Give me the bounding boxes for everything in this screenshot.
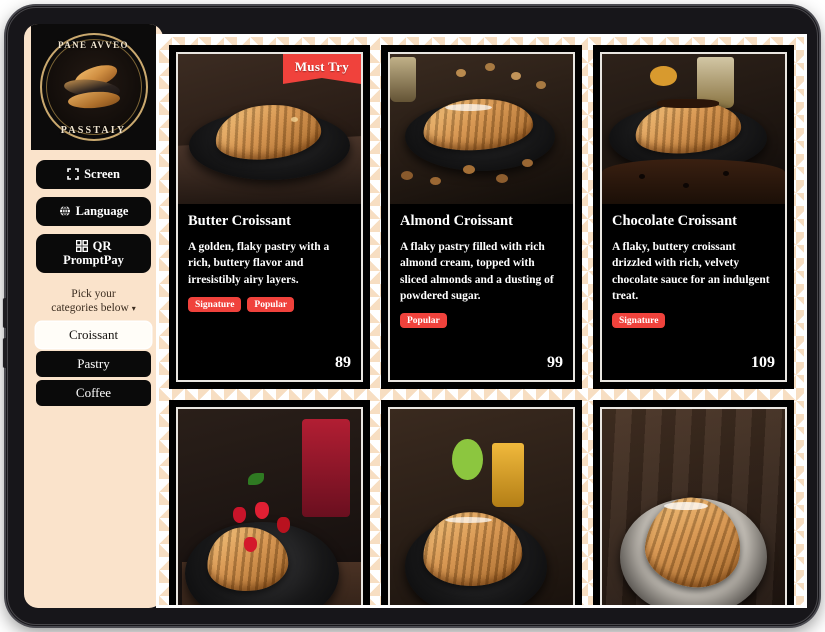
chocolate-croissant-photo <box>602 54 785 204</box>
menu-area: Must Try Butter Croissant A golden, flak… <box>156 34 807 608</box>
chevron-down-icon[interactable]: ▾ <box>132 304 136 313</box>
tag-signature: Signature <box>188 297 242 313</box>
almond-croissant-photo <box>390 54 573 204</box>
category-header-line1: Pick your <box>71 288 116 300</box>
qr-promptpay-button[interactable]: QR PromptPay <box>36 233 151 273</box>
tag-signature: Signature <box>612 313 666 329</box>
language-button-label: Language <box>75 203 129 218</box>
qr-code-icon <box>75 239 88 252</box>
card-price: 89 <box>335 354 351 371</box>
card-description: A flaky pastry filled with rich almond c… <box>400 241 554 303</box>
sugar-dusted-croissant-photo <box>602 409 785 605</box>
logo-text-bottom: PASSTAIY <box>60 125 127 136</box>
category-header-line2: categories below <box>51 302 129 315</box>
fullscreen-icon <box>67 168 79 181</box>
croissant-logo-icon <box>62 60 126 113</box>
logo-text-top: PANE AVVEO <box>58 40 129 50</box>
menu-card-next-2[interactable] <box>381 400 582 605</box>
category-item-coffee[interactable]: Coffee <box>36 379 151 406</box>
menu-card-grid-row-1: Must Try Butter Croissant A golden, flak… <box>169 45 794 389</box>
category-item-croissant[interactable]: Croissant <box>36 321 151 348</box>
card-price: 99 <box>547 354 563 371</box>
brand-logo: PANE AVVEO PASSTAIY <box>31 24 156 150</box>
globe-icon <box>59 205 71 217</box>
tag-row: Signature Popular <box>188 297 351 313</box>
sidebar-actions: Screen Language QR PromptPay <box>24 150 163 273</box>
tag-popular: Popular <box>247 297 295 313</box>
card-description: A flaky, buttery croissant drizzled with… <box>612 241 770 303</box>
volume-up-button[interactable] <box>3 298 7 328</box>
menu-card-almond-croissant[interactable]: Almond Croissant A flaky pastry filled w… <box>381 45 582 389</box>
category-list: Croissant Pastry Coffee <box>24 316 163 406</box>
card-title: Almond Croissant <box>400 213 513 229</box>
butter-croissant-photo: Must Try <box>178 54 361 204</box>
qr-button-label: QR <box>92 238 112 253</box>
apple-juice-croissant-photo <box>390 409 573 605</box>
card-price: 109 <box>751 354 775 371</box>
screen-button[interactable]: Screen <box>36 160 151 189</box>
menu-card-grid-row-2 <box>169 400 794 605</box>
screen-button-label: Screen <box>84 167 120 181</box>
card-description: A golden, flaky pastry with a rich, butt… <box>188 241 330 286</box>
menu-card-chocolate-croissant[interactable]: Chocolate Croissant A flaky, buttery cro… <box>593 45 794 389</box>
menu-card-next-1[interactable] <box>169 400 370 605</box>
menu-card-butter-croissant[interactable]: Must Try Butter Croissant A golden, flak… <box>169 45 370 389</box>
menu-card-next-3[interactable] <box>593 400 794 605</box>
tag-popular: Popular <box>400 313 447 329</box>
strawberry-croissant-photo <box>178 409 361 605</box>
sidebar: PANE AVVEO PASSTAIY Screen Language QR P… <box>24 24 163 608</box>
promptpay-button-label: PromptPay <box>63 253 124 268</box>
tag-row: Popular <box>400 313 563 329</box>
tag-row: Signature <box>612 313 775 329</box>
card-title: Chocolate Croissant <box>612 213 737 229</box>
category-header: Pick your categories below ▾ <box>24 287 163 316</box>
menu-scroll-region[interactable]: Must Try Butter Croissant A golden, flak… <box>159 37 804 605</box>
language-button[interactable]: Language <box>36 196 151 226</box>
category-item-pastry[interactable]: Pastry <box>36 350 151 377</box>
card-title: Butter Croissant <box>188 213 291 229</box>
volume-down-button[interactable] <box>3 338 7 368</box>
tablet-device-frame: PANE AVVEO PASSTAIY Screen Language QR P… <box>3 6 819 626</box>
